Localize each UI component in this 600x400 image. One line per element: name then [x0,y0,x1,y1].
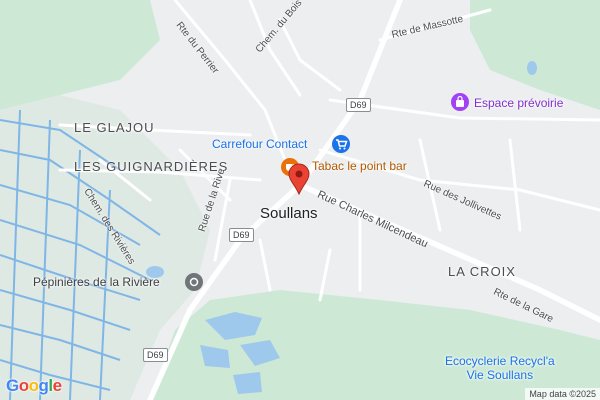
poi-label-carrefour-contact[interactable]: Carrefour Contact [212,137,307,151]
poi-label-pepinieres-de-la-riviere[interactable]: Pépinières de la Rivière [33,275,160,289]
area-label-la-croix: LA CROIX [448,264,516,279]
route-shield-d69: D69 [346,98,371,112]
area-label-le-glajou: LE GLAJOU [74,120,155,135]
map-view[interactable]: LE GLAJOU LES GUIGNARDIÈRES LA CROIX Sou… [0,0,600,400]
shopping-cart-icon[interactable] [332,135,350,153]
google-logo[interactable]: Google [6,376,62,396]
poi-generic-icon[interactable] [185,273,203,291]
poi-label-ecocyclerie[interactable]: Ecocyclerie Recycl'a Vie Soullans [445,354,555,382]
poi-label-ecocyclerie-line1: Ecocyclerie Recycl'a [445,354,555,368]
poi-label-tabac-le-point-bar[interactable]: Tabac le point bar [312,159,407,173]
shop-bag-icon[interactable] [451,93,469,111]
location-pin-icon[interactable] [288,163,310,196]
poi-label-espace-prevoirie[interactable]: Espace prévoirie [474,96,563,110]
town-label-soullans[interactable]: Soullans [260,205,318,222]
route-shield-d69: D69 [143,348,168,362]
route-shield-d69: D69 [229,228,254,242]
poi-label-ecocyclerie-line2: Vie Soullans [466,368,534,382]
map-attribution[interactable]: Map data ©2025 [525,388,600,400]
area-label-les-guignardieres: LES GUIGNARDIÈRES [74,159,229,174]
